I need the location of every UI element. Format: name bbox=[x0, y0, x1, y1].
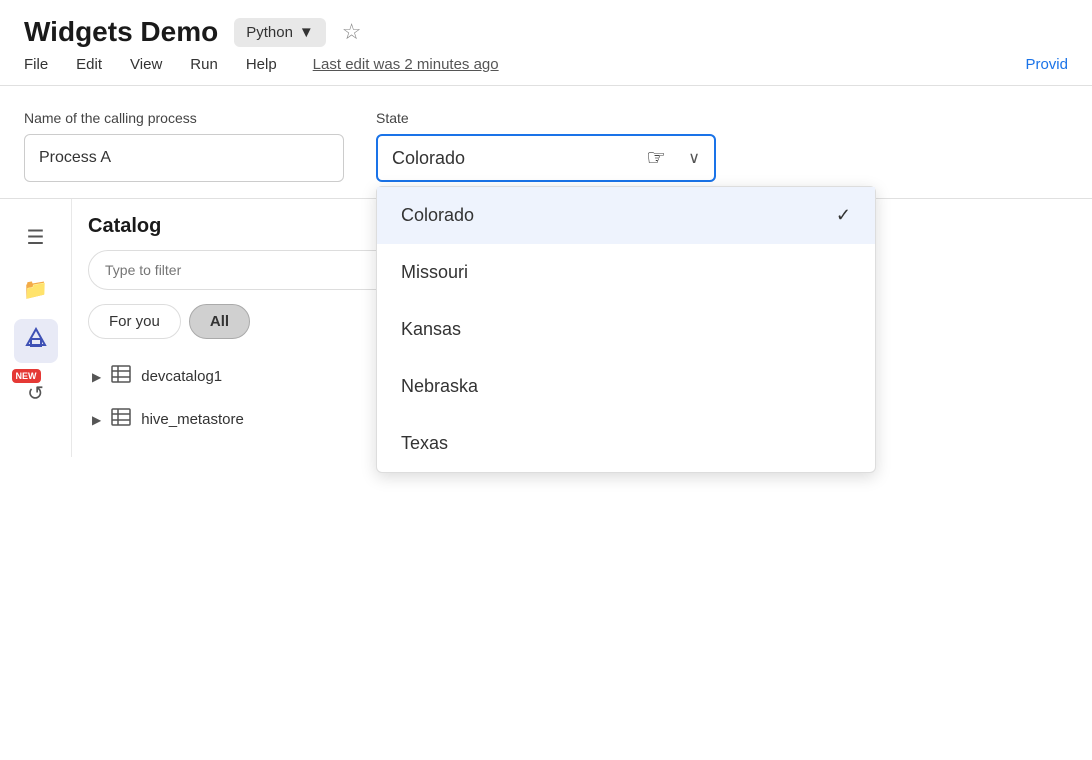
catalog-item-name: devcatalog1 bbox=[141, 368, 222, 385]
menu-view[interactable]: View bbox=[130, 56, 162, 73]
expand-arrow-icon: ▶ bbox=[92, 413, 101, 427]
state-label: State bbox=[376, 110, 716, 126]
dropdown-item-label: Texas bbox=[401, 433, 448, 454]
sidebar-icon-catalog[interactable]: ☰ bbox=[14, 215, 58, 259]
menu-run[interactable]: Run bbox=[190, 56, 218, 73]
chevron-down-icon: ∨ bbox=[688, 148, 700, 168]
menu-bar: File Edit View Run Help Last edit was 2 … bbox=[0, 48, 1092, 73]
provide-link[interactable]: Provid bbox=[1025, 56, 1068, 73]
menu-help[interactable]: Help bbox=[246, 56, 277, 73]
process-field-group: Name of the calling process bbox=[24, 110, 344, 182]
schema-icon bbox=[25, 327, 47, 355]
table-icon bbox=[111, 408, 131, 431]
language-badge[interactable]: Python ▼ bbox=[234, 18, 326, 47]
dropdown-item-label: Missouri bbox=[401, 262, 468, 283]
expand-arrow-icon: ▶ bbox=[92, 370, 101, 384]
tab-for-you[interactable]: For you bbox=[88, 304, 181, 339]
menu-edit[interactable]: Edit bbox=[76, 56, 102, 73]
dropdown-item-texas[interactable]: Texas bbox=[377, 415, 875, 472]
sidebar-icon-folder[interactable]: 📁 bbox=[14, 267, 58, 311]
app-title: Widgets Demo bbox=[24, 16, 218, 48]
form-section: Name of the calling process State Colora… bbox=[24, 110, 1068, 182]
language-label: Python bbox=[246, 24, 293, 41]
new-badge: NEW bbox=[12, 369, 41, 383]
dropdown-item-missouri[interactable]: Missouri bbox=[377, 244, 875, 301]
title-bar: Widgets Demo Python ▼ ☆ bbox=[0, 0, 1092, 48]
folder-icon: 📁 bbox=[23, 277, 48, 302]
sidebar: ☰ 📁 NEW ↺ bbox=[0, 199, 72, 457]
tab-all[interactable]: All bbox=[189, 304, 250, 339]
state-field-group: State Colorado ∨ ☞ Colorado ✓ Missouri bbox=[376, 110, 716, 182]
process-label: Name of the calling process bbox=[24, 110, 344, 126]
state-select[interactable]: Colorado ∨ bbox=[376, 134, 716, 182]
chat-icon: ↺ bbox=[27, 381, 44, 406]
sidebar-icon-chat[interactable]: NEW ↺ bbox=[14, 371, 58, 415]
main-content: Name of the calling process State Colora… bbox=[0, 86, 1092, 182]
dropdown-item-nebraska[interactable]: Nebraska bbox=[377, 358, 875, 415]
dropdown-item-kansas[interactable]: Kansas bbox=[377, 301, 875, 358]
dropdown-item-label: Kansas bbox=[401, 319, 461, 340]
list-icon: ☰ bbox=[27, 225, 45, 250]
chevron-down-icon: ▼ bbox=[299, 24, 314, 41]
table-icon bbox=[111, 365, 131, 388]
menu-file[interactable]: File bbox=[24, 56, 48, 73]
dropdown-item-label: Nebraska bbox=[401, 376, 478, 397]
dropdown-item-label: Colorado bbox=[401, 205, 474, 226]
state-dropdown: Colorado ✓ Missouri Kansas Nebraska Texa… bbox=[376, 186, 876, 473]
check-icon: ✓ bbox=[836, 205, 851, 226]
catalog-item-name: hive_metastore bbox=[141, 411, 244, 428]
dropdown-item-colorado[interactable]: Colorado ✓ bbox=[377, 187, 875, 244]
process-input[interactable] bbox=[24, 134, 344, 182]
sidebar-icon-schema[interactable] bbox=[14, 319, 58, 363]
last-edit-label: Last edit was 2 minutes ago bbox=[313, 56, 499, 73]
state-select-wrapper: Colorado ∨ ☞ Colorado ✓ Missouri Kansas bbox=[376, 134, 716, 182]
star-icon[interactable]: ☆ bbox=[342, 19, 362, 45]
state-selected-value: Colorado bbox=[392, 148, 465, 169]
